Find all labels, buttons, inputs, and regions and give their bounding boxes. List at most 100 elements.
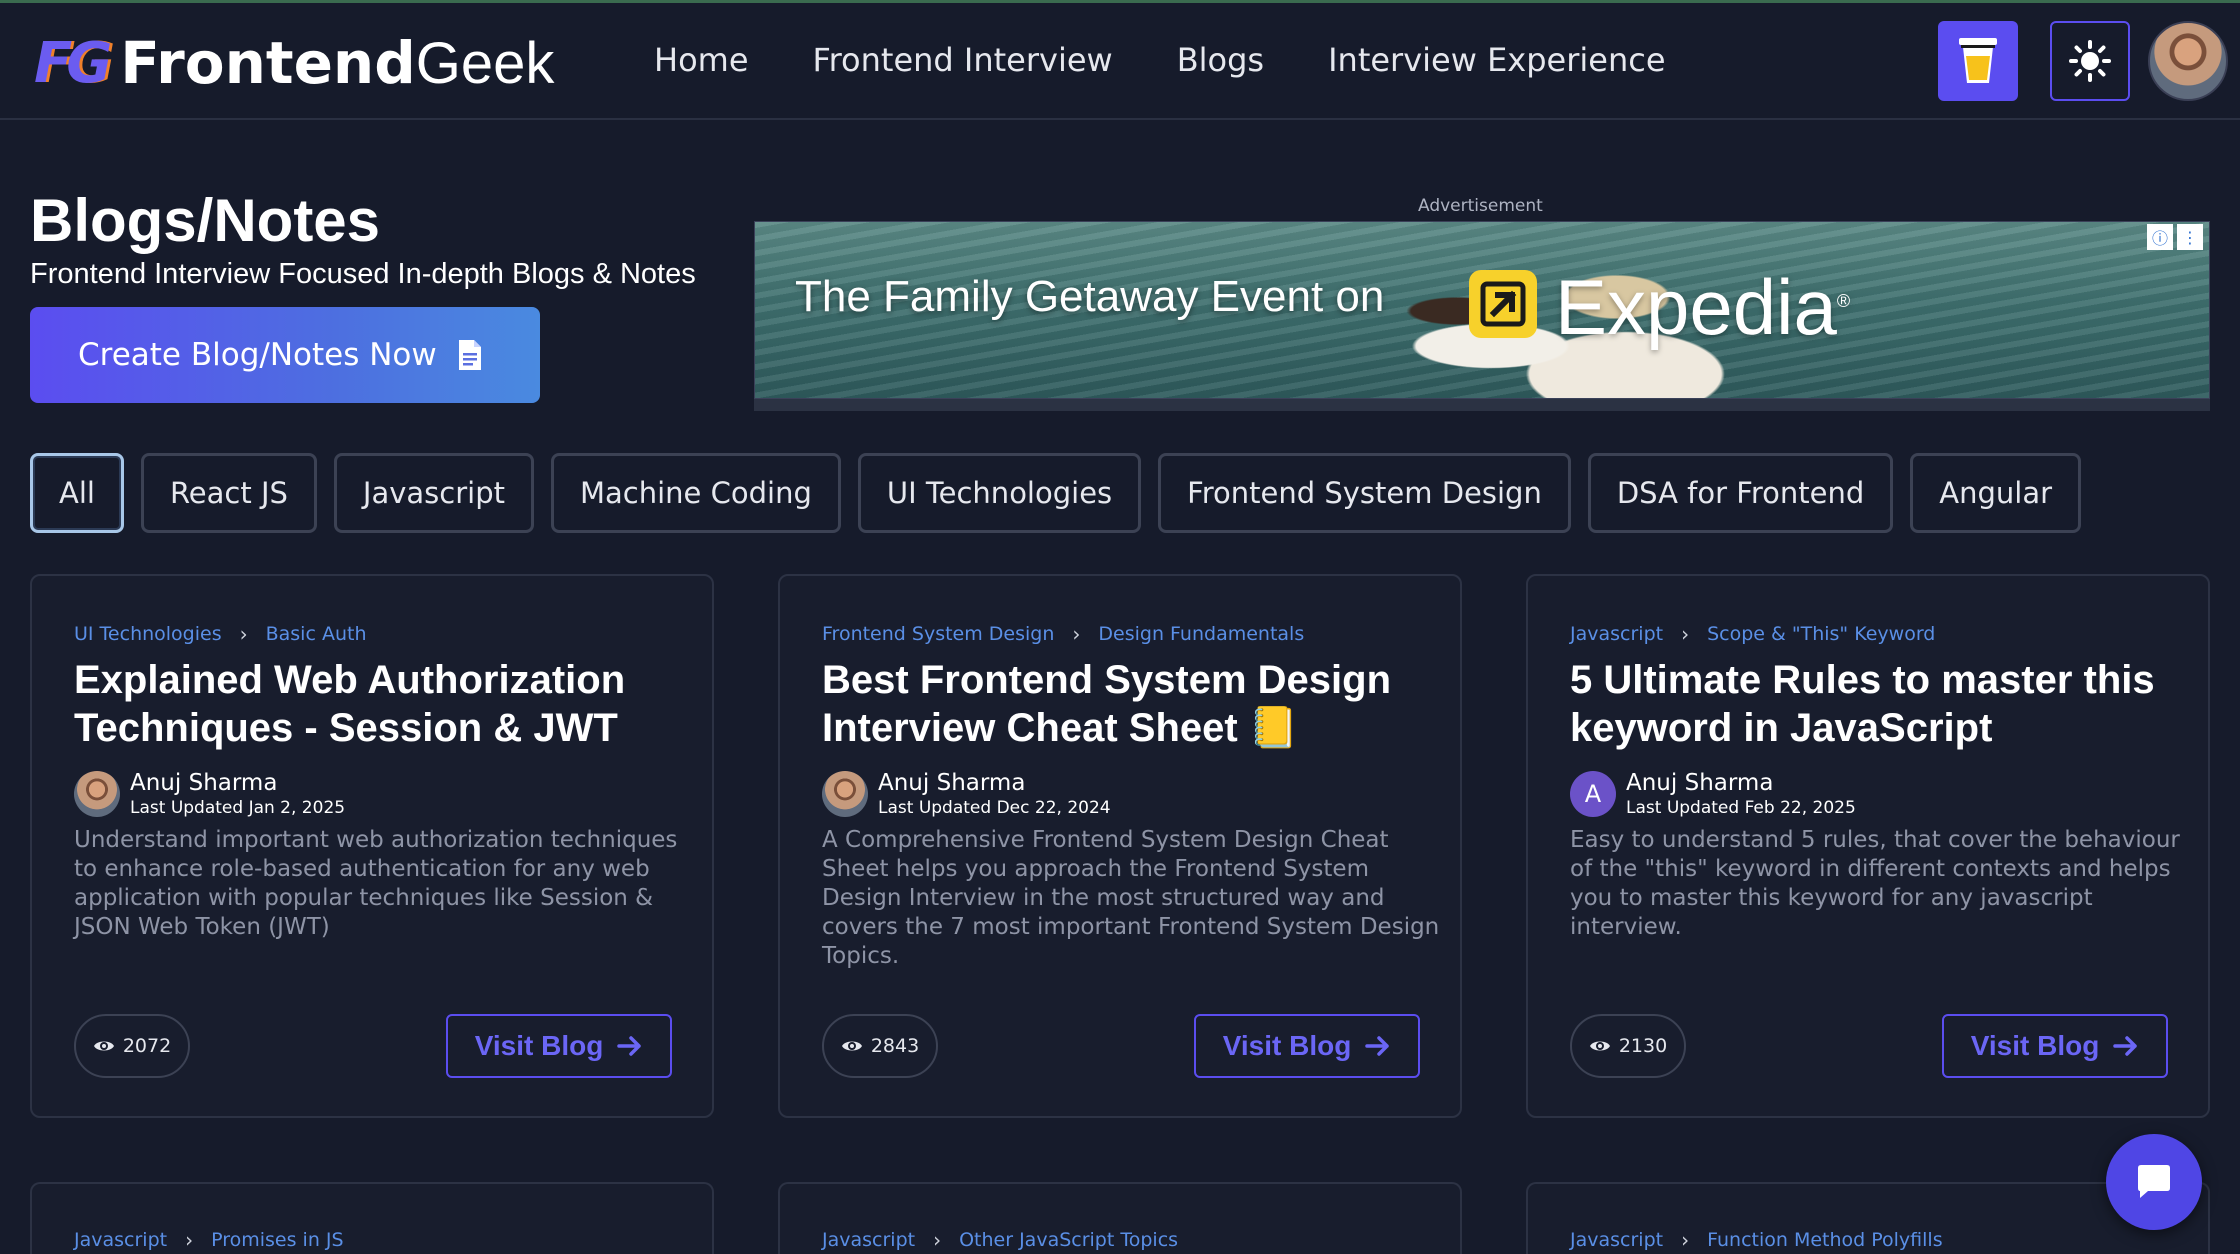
ad-headline: The Family Getaway Event on	[795, 272, 1385, 321]
card-title[interactable]: Explained Web Authorization Techniques -…	[74, 656, 694, 752]
arrow-right-icon	[2113, 1036, 2138, 1056]
blog-card: Javascript › Other JavaScript Topics	[778, 1182, 1462, 1254]
sun-icon	[2069, 40, 2111, 82]
blog-card: Javascript › Promises in JS	[30, 1182, 714, 1254]
page-subtitle: Frontend Interview Focused In-depth Blog…	[30, 258, 696, 290]
card-subcategory-link[interactable]: Basic Auth	[266, 623, 367, 645]
filter-machine-coding[interactable]: Machine Coding	[551, 453, 841, 533]
nav-interview-experience[interactable]: Interview Experience	[1328, 41, 1665, 79]
eye-icon	[841, 1041, 862, 1051]
eye-icon	[93, 1041, 114, 1051]
card-category-link[interactable]: Javascript	[1570, 1229, 1663, 1251]
ad-info-icon[interactable]: ⓘ	[2147, 224, 2173, 250]
chevron-right-icon: ›	[239, 622, 248, 646]
chevron-right-icon: ›	[933, 1228, 942, 1252]
card-category-link[interactable]: Frontend System Design	[822, 623, 1054, 645]
chevron-right-icon: ›	[1072, 622, 1081, 646]
logo-word-frontend: Frontend	[120, 29, 416, 97]
buy-coffee-button[interactable]	[1938, 21, 2018, 101]
view-count-badge: 2072	[74, 1014, 190, 1078]
ad-brand-text: Expedia	[1555, 263, 1837, 351]
card-category-link[interactable]: Javascript	[1570, 623, 1663, 645]
expedia-logo-icon	[1469, 270, 1537, 338]
category-filters: All React JS Javascript Machine Coding U…	[30, 453, 2098, 533]
card-category-link[interactable]: Javascript	[74, 1229, 167, 1251]
author-avatar	[822, 771, 868, 817]
card-title[interactable]: Best Frontend System Design Interview Ch…	[822, 656, 1442, 752]
filter-react-js[interactable]: React JS	[140, 453, 317, 533]
card-breadcrumb: Javascript › Promises in JS	[74, 1228, 344, 1252]
logo-mark: FG	[34, 30, 112, 96]
card-subcategory-link[interactable]: Promises in JS	[211, 1229, 343, 1251]
last-updated: Last Updated Jan 2, 2025	[130, 798, 346, 818]
blog-card: Frontend System Design › Design Fundamen…	[778, 574, 1462, 1118]
coffee-cup-icon	[1959, 38, 1997, 83]
card-subcategory-link[interactable]: Other JavaScript Topics	[959, 1229, 1178, 1251]
chevron-right-icon: ›	[185, 1228, 194, 1252]
card-subcategory-link[interactable]: Function Method Polyfills	[1707, 1229, 1943, 1251]
arrow-right-icon	[617, 1036, 642, 1056]
filter-angular[interactable]: Angular	[1910, 453, 2082, 533]
view-count-badge: 2130	[1570, 1014, 1686, 1078]
chevron-right-icon: ›	[1681, 1228, 1690, 1252]
visit-blog-label: Visit Blog	[1222, 1030, 1352, 1061]
card-subcategory-link[interactable]: Scope & "This" Keyword	[1707, 623, 1935, 645]
card-author: Anuj Sharma Last Updated Dec 22, 2024	[822, 770, 1111, 818]
card-breadcrumb: Javascript › Function Method Polyfills	[1570, 1228, 1943, 1252]
chat-button[interactable]	[2106, 1134, 2202, 1230]
card-description: A Comprehensive Frontend System Design C…	[822, 827, 1440, 969]
visit-blog-label: Visit Blog	[1970, 1030, 2100, 1061]
ad-brand-suffix: ®	[1836, 291, 1851, 311]
chat-bubble-icon	[2138, 1165, 2170, 1198]
visit-blog-label: Visit Blog	[474, 1030, 604, 1061]
eye-icon	[1589, 1041, 1610, 1051]
last-updated: Last Updated Feb 22, 2025	[1626, 798, 1856, 818]
view-count: 2072	[122, 1035, 172, 1057]
filter-ui-technologies[interactable]: UI Technologies	[857, 453, 1142, 533]
ad-controls: ⓘ ⋮	[2147, 224, 2203, 250]
site-logo[interactable]: FG Frontend Geek	[34, 29, 554, 97]
filter-all[interactable]: All	[30, 453, 124, 533]
arrow-right-icon	[1365, 1036, 1390, 1056]
card-breadcrumb: Javascript › Scope & "This" Keyword	[1570, 622, 1935, 646]
author-name: Anuj Sharma	[1626, 770, 1774, 796]
card-author: A Anuj Sharma Last Updated Feb 22, 2025	[1570, 770, 1856, 818]
card-author: Anuj Sharma Last Updated Jan 2, 2025	[74, 770, 345, 818]
advertisement-banner[interactable]: The Family Getaway Event on Expedia® ⓘ ⋮	[754, 221, 2210, 399]
card-category-link[interactable]: Javascript	[822, 1229, 915, 1251]
document-icon	[458, 340, 481, 370]
ad-menu-icon[interactable]: ⋮	[2177, 224, 2203, 250]
author-name: Anuj Sharma	[878, 770, 1026, 796]
view-count: 2130	[1618, 1035, 1668, 1057]
visit-blog-button[interactable]: Visit Blog	[446, 1014, 672, 1078]
page-title: Blogs/Notes	[30, 187, 381, 254]
author-avatar: A	[1570, 771, 1616, 817]
author-avatar	[74, 771, 120, 817]
visit-blog-button[interactable]: Visit Blog	[1194, 1014, 1420, 1078]
create-blog-button[interactable]: Create Blog/Notes Now	[30, 307, 540, 403]
filter-dsa-for-frontend[interactable]: DSA for Frontend	[1587, 453, 1894, 533]
nav-blogs[interactable]: Blogs	[1177, 41, 1264, 79]
filter-frontend-system-design[interactable]: Frontend System Design	[1158, 453, 1571, 533]
site-header: FG Frontend Geek Home Frontend Interview…	[0, 3, 2240, 120]
card-breadcrumb: Javascript › Other JavaScript Topics	[822, 1228, 1178, 1252]
chevron-right-icon: ›	[1681, 622, 1690, 646]
card-title[interactable]: 5 Ultimate Rules to master this keyword …	[1570, 656, 2190, 752]
last-updated: Last Updated Dec 22, 2024	[878, 798, 1111, 818]
create-blog-label: Create Blog/Notes Now	[78, 337, 437, 373]
blog-card: Javascript › Scope & "This" Keyword 5 Ul…	[1526, 574, 2210, 1118]
card-breadcrumb: UI Technologies › Basic Auth	[74, 622, 366, 646]
theme-toggle-button[interactable]	[2050, 21, 2130, 101]
filter-javascript[interactable]: Javascript	[333, 453, 534, 533]
user-avatar[interactable]	[2148, 21, 2228, 101]
view-count: 2843	[870, 1035, 920, 1057]
card-description: Easy to understand 5 rules, that cover t…	[1570, 827, 2180, 940]
card-description: Understand important web authorization t…	[74, 827, 678, 940]
card-category-link[interactable]: UI Technologies	[74, 623, 222, 645]
ad-brand-name: Expedia®	[1555, 262, 1850, 353]
card-subcategory-link[interactable]: Design Fundamentals	[1098, 623, 1304, 645]
ad-bottom-bar	[754, 399, 2210, 411]
nav-frontend-interview[interactable]: Frontend Interview	[813, 41, 1113, 79]
visit-blog-button[interactable]: Visit Blog	[1942, 1014, 2168, 1078]
nav-home[interactable]: Home	[654, 41, 749, 79]
